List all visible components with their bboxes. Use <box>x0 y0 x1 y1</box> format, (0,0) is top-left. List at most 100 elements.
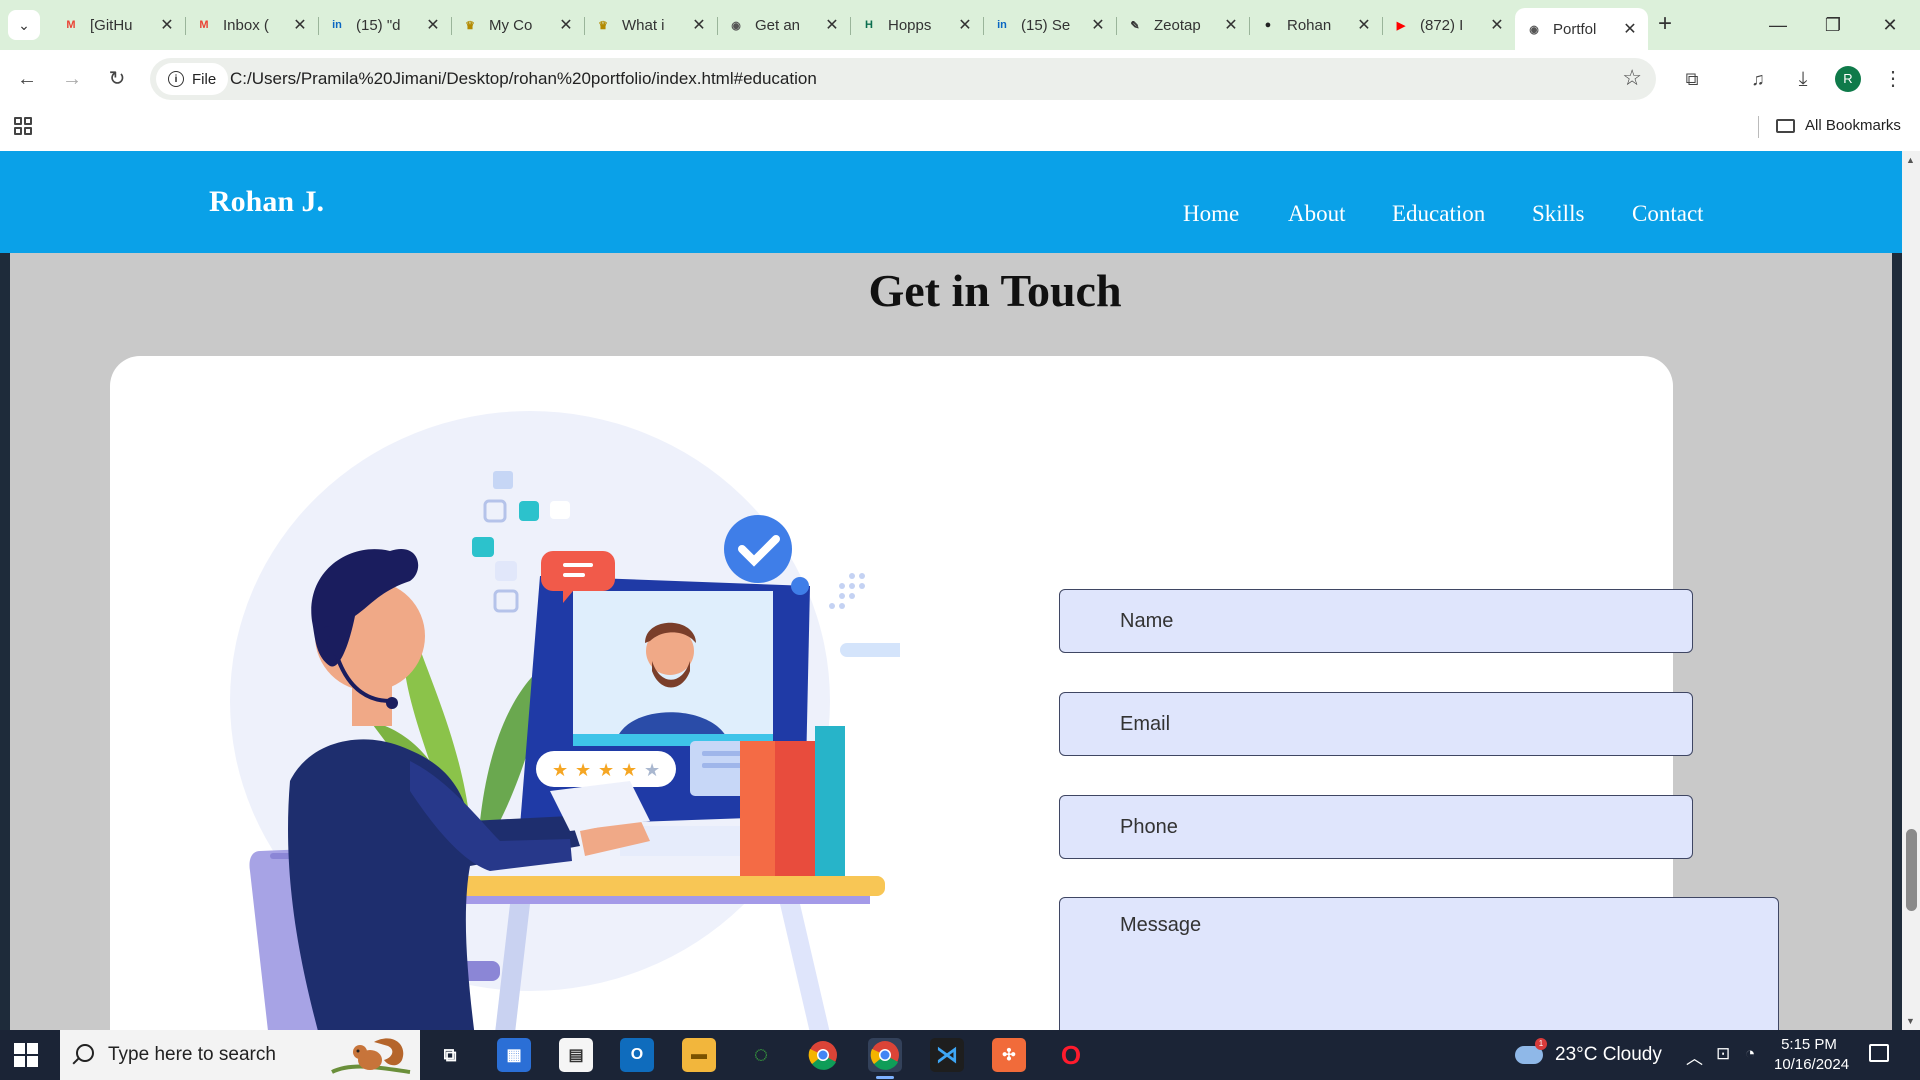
spinner-app-icon[interactable]: ◌ <box>744 1038 778 1072</box>
back-button[interactable]: ← <box>12 64 42 94</box>
new-tab-button[interactable]: + <box>1652 12 1678 38</box>
tab-title: What i <box>622 16 665 34</box>
apps-grid-icon[interactable] <box>14 117 34 137</box>
wifi-icon[interactable]: ◔ <box>1745 1044 1755 1064</box>
tab-3[interactable]: in (15) "d ✕ <box>318 8 452 42</box>
tab-title: My Co <box>489 16 533 34</box>
all-bookmarks-button[interactable]: All Bookmarks <box>1776 117 1901 134</box>
chevron-up-icon[interactable]: ︿ <box>1686 1044 1703 1069</box>
close-icon[interactable]: ✕ <box>292 15 308 35</box>
tab-5[interactable]: ♛ What i ✕ <box>584 8 718 42</box>
tab-title: Inbox ( <box>223 16 269 34</box>
download-icon[interactable]: ⤓ <box>1788 64 1818 94</box>
weather-text: 23°C Cloudy <box>1555 1044 1662 1065</box>
nav-contact[interactable]: Contact <box>1632 201 1704 227</box>
minimize-button[interactable]: — <box>1758 10 1798 40</box>
crown-icon: ♛ <box>598 19 608 32</box>
tab-2[interactable]: M Inbox (✕ <box>185 8 319 42</box>
brand-logo[interactable]: Rohan J. <box>209 185 324 219</box>
outlook-icon[interactable]: O <box>620 1038 654 1072</box>
name-field[interactable]: Name <box>1059 589 1693 653</box>
chrome-icon[interactable] <box>806 1038 840 1072</box>
chrome-profile-icon[interactable] <box>868 1038 902 1079</box>
svg-text:★: ★ <box>552 760 568 781</box>
message-placeholder: Message <box>1120 914 1202 936</box>
weather-widget[interactable]: 1 23°C Cloudy <box>1515 1038 1662 1066</box>
close-icon[interactable]: ✕ <box>558 15 574 35</box>
close-icon[interactable]: ✕ <box>824 15 840 35</box>
nav-skills[interactable]: Skills <box>1532 201 1584 227</box>
close-icon[interactable]: ✕ <box>1489 15 1505 35</box>
tab-1[interactable]: M [GitHu ✕ <box>52 8 186 42</box>
tab-title: (15) "d <box>356 16 401 34</box>
tab-title: (872) I <box>1420 16 1464 34</box>
address-bar[interactable]: i File C:/Users/Pramila%20Jimani/Desktop… <box>150 58 1656 100</box>
file-explorer-icon[interactable]: ▬ <box>682 1038 716 1072</box>
message-field[interactable]: Message <box>1059 897 1779 1030</box>
system-clock[interactable]: 5:15 PM 10/16/2024 <box>1774 1035 1849 1075</box>
close-icon[interactable]: ✕ <box>691 15 707 35</box>
globe-icon: ◉ <box>731 19 741 32</box>
tab-6[interactable]: ◉ Get an ✕ <box>717 8 851 42</box>
youtube-icon: ▶ <box>1396 19 1406 32</box>
taskbar-search[interactable]: Type here to search <box>60 1030 420 1080</box>
close-window-button[interactable]: ✕ <box>1870 10 1910 40</box>
forward-button[interactable]: → <box>57 64 87 94</box>
windows-taskbar: Type here to search ⧉ ▦ ▤ O ▬ ◌ ⋊ ✣ O 1 … <box>0 1030 1920 1080</box>
tab-7[interactable]: H Hopps ✕ <box>850 8 984 42</box>
browser-toolbar: ← → ↻ i File C:/Users/Pramila%20Jimani/D… <box>0 50 1920 108</box>
info-icon: i <box>168 71 184 87</box>
close-icon[interactable]: ✕ <box>1622 19 1638 39</box>
close-icon[interactable]: ✕ <box>1356 15 1372 35</box>
site-info-chip[interactable]: i File <box>156 63 229 95</box>
opera-icon[interactable]: O <box>1054 1038 1088 1072</box>
windows-start-icon[interactable] <box>14 1043 38 1067</box>
nav-home[interactable]: Home <box>1183 201 1239 227</box>
svg-text:★: ★ <box>644 760 660 781</box>
gmail-icon: M <box>66 19 76 31</box>
restore-button[interactable]: ❐ <box>1813 10 1853 40</box>
media-controls-icon[interactable]: ♫ <box>1743 64 1773 94</box>
close-icon[interactable]: ✕ <box>1223 15 1239 35</box>
extensions-icon[interactable]: ⧉ <box>1677 64 1707 94</box>
tab-title: Rohan <box>1287 16 1332 34</box>
tab-11[interactable]: ▶ (872) I ✕ <box>1382 8 1516 42</box>
crown-icon: ♛ <box>465 19 475 32</box>
scrollbar-thumb[interactable] <box>1906 829 1917 911</box>
tab-10[interactable]: ● Rohan ✕ <box>1249 8 1383 42</box>
vscode-icon[interactable]: ⋊ <box>930 1038 964 1072</box>
page-scrollbar[interactable]: ▲ ▼ <box>1902 151 1920 1030</box>
url-text[interactable]: C:/Users/Pramila%20Jimani/Desktop/rohan%… <box>230 69 817 89</box>
close-icon[interactable]: ✕ <box>159 15 175 35</box>
tab-12[interactable]: ◉ Portfol ✕ <box>1515 8 1648 50</box>
tab-9[interactable]: ✎ Zeotap ✕ <box>1116 8 1250 42</box>
tab-8[interactable]: in (15) Se ✕ <box>983 8 1117 42</box>
email-field[interactable]: Email <box>1059 692 1693 756</box>
notepad-icon[interactable]: ▤ <box>559 1038 593 1072</box>
divider <box>1758 116 1759 138</box>
tab-search-button[interactable]: ⌄ <box>8 10 40 40</box>
scroll-down-icon[interactable]: ▼ <box>1906 1016 1915 1026</box>
site-info-label: File <box>192 70 217 88</box>
all-bookmarks-label: All Bookmarks <box>1805 117 1901 134</box>
section-title: Get in Touch <box>868 265 1122 316</box>
phone-field[interactable]: Phone <box>1059 795 1693 859</box>
close-icon[interactable]: ✕ <box>425 15 441 35</box>
notification-icon[interactable] <box>1869 1044 1889 1062</box>
scroll-up-icon[interactable]: ▲ <box>1906 155 1915 165</box>
nav-education[interactable]: Education <box>1392 201 1485 227</box>
meet-now-icon[interactable]: ⊡ <box>1716 1044 1730 1064</box>
slack-icon[interactable]: ✣ <box>992 1038 1026 1072</box>
task-view-icon[interactable]: ⧉ <box>433 1038 467 1072</box>
reload-button[interactable]: ↻ <box>102 64 132 94</box>
menu-kebab-icon[interactable]: ⋮ <box>1878 64 1908 94</box>
close-icon[interactable]: ✕ <box>957 15 973 35</box>
avatar[interactable]: R <box>1835 66 1861 92</box>
microsoft-store-icon[interactable]: ▦ <box>497 1038 531 1072</box>
nav-about[interactable]: About <box>1288 201 1346 227</box>
clock-time: 5:15 PM <box>1781 1036 1837 1053</box>
tab-4[interactable]: ♛ My Co ✕ <box>451 8 585 42</box>
bookmark-star-icon[interactable]: ☆ <box>1622 65 1642 91</box>
tab-title: Portfol <box>1553 20 1597 38</box>
close-icon[interactable]: ✕ <box>1090 15 1106 35</box>
